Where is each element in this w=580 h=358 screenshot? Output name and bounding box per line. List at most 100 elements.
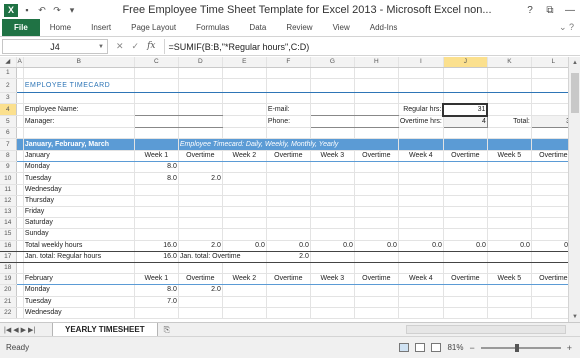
column-header-b[interactable]: B — [23, 57, 135, 68]
horizontal-scrollbar[interactable] — [406, 325, 566, 334]
phone-label: Phone: — [266, 115, 311, 128]
email-field[interactable] — [310, 103, 355, 117]
column-header-g[interactable]: G — [310, 57, 355, 68]
employee-name-field[interactable] — [134, 103, 179, 117]
column-header-c[interactable]: C — [134, 57, 179, 68]
page-layout-view-icon[interactable] — [415, 343, 426, 352]
day-label: Saturday — [23, 217, 135, 230]
tab-review[interactable]: Review — [276, 19, 322, 36]
next-sheet-icon[interactable]: ▶ — [21, 326, 26, 334]
restore-button[interactable]: ⧉ — [540, 2, 560, 18]
row-18: 18 — [0, 262, 576, 275]
tab-page-layout[interactable]: Page Layout — [121, 19, 186, 36]
column-header-j[interactable]: J — [443, 57, 488, 68]
enter-icon[interactable]: ✓ — [132, 41, 140, 52]
minimize-button[interactable]: — — [560, 2, 580, 18]
name-box[interactable]: J4 ▼ — [2, 39, 108, 54]
help-button[interactable]: ? — [520, 2, 540, 18]
column-header-i[interactable]: I — [398, 57, 444, 68]
column-header-f[interactable]: F — [266, 57, 311, 68]
column-header-a[interactable]: A — [16, 57, 24, 68]
ribbon-tabs: File Home Insert Page Layout Formulas Da… — [0, 19, 580, 37]
row-header[interactable]: 3 — [0, 92, 17, 105]
formula-input[interactable]: =SUMIF(B:B,"*Regular hours",C:D) — [163, 39, 580, 54]
row-header[interactable]: 17 — [0, 251, 17, 263]
overtime-hrs-value[interactable]: 4 — [442, 115, 488, 128]
tab-home[interactable]: Home — [40, 19, 81, 36]
row-header[interactable]: 2 — [0, 78, 17, 94]
row-header[interactable]: 14 — [0, 217, 17, 230]
row-header[interactable]: 7 — [0, 138, 17, 152]
total-cell: 2.0 — [178, 239, 223, 252]
last-sheet-icon[interactable]: ▶| — [28, 326, 35, 334]
zoom-level[interactable]: 81% — [447, 343, 463, 352]
select-all-corner[interactable]: ◢ — [0, 57, 17, 68]
hours-cell[interactable]: 7.0 — [134, 296, 179, 308]
table-row: 21 Tuesday 7.0 — [0, 296, 576, 308]
tab-file[interactable]: File — [2, 19, 40, 36]
cancel-icon[interactable]: ✕ — [116, 41, 124, 52]
row-header[interactable]: 6 — [0, 127, 17, 140]
column-header-d[interactable]: D — [178, 57, 223, 68]
row-header[interactable]: 4 — [0, 103, 17, 117]
phone-field[interactable] — [310, 115, 355, 128]
row-header[interactable]: 13 — [0, 206, 17, 219]
undo-icon[interactable]: ↶ — [36, 4, 48, 16]
row-header[interactable]: 1 — [0, 67, 17, 80]
page-break-view-icon[interactable] — [431, 343, 442, 352]
hours-cell[interactable]: 2.0 — [178, 172, 223, 185]
row-header[interactable]: 16 — [0, 239, 17, 252]
zoom-knob[interactable] — [514, 343, 519, 352]
normal-view-icon[interactable] — [399, 343, 410, 352]
zoom-in-button[interactable]: + — [567, 343, 572, 353]
tab-insert[interactable]: Insert — [81, 19, 121, 36]
hours-cell[interactable]: 2.0 — [178, 284, 223, 297]
worksheet-grid[interactable]: ◢ A B C D E F G H I J K L 1 2 EMPLOYEE T… — [0, 57, 580, 322]
row-header[interactable]: 18 — [0, 262, 17, 275]
hours-cell[interactable]: 8.0 — [134, 161, 179, 174]
excel-logo-icon[interactable]: X — [4, 3, 18, 17]
row-header[interactable]: 5 — [0, 115, 17, 128]
redo-icon[interactable]: ↷ — [51, 4, 63, 16]
insert-function-icon[interactable]: fx — [147, 41, 155, 52]
tab-data[interactable]: Data — [239, 19, 276, 36]
vertical-scrollbar[interactable]: ▲ ▼ — [568, 57, 580, 322]
ribbon-expand-icon[interactable]: ⌄ ? — [559, 19, 574, 36]
column-header-h[interactable]: H — [354, 57, 399, 68]
zoom-out-button[interactable]: − — [469, 343, 474, 353]
row-header[interactable]: 20 — [0, 284, 17, 297]
row-header[interactable]: 9 — [0, 161, 17, 174]
save-icon[interactable]: ▪ — [21, 4, 33, 16]
row-header[interactable]: 8 — [0, 150, 17, 163]
row-header[interactable]: 12 — [0, 195, 17, 208]
row-header[interactable]: 22 — [0, 307, 17, 319]
row-header[interactable]: 11 — [0, 184, 17, 196]
row-header[interactable]: 19 — [0, 273, 17, 286]
scroll-down-icon[interactable]: ▼ — [569, 311, 580, 322]
customize-qat-icon[interactable]: ▾ — [66, 4, 78, 16]
hours-cell[interactable]: 8.0 — [134, 284, 179, 297]
zoom-slider[interactable] — [480, 343, 561, 352]
manager-field[interactable] — [134, 115, 179, 128]
new-sheet-icon[interactable]: ⎘ — [164, 325, 170, 335]
column-header-k[interactable]: K — [487, 57, 532, 68]
column-header-e[interactable]: E — [222, 57, 267, 68]
title-bar: X ▪ ↶ ↷ ▾ Free Employee Time Sheet Templ… — [0, 0, 580, 20]
tab-view[interactable]: View — [323, 19, 360, 36]
scroll-up-icon[interactable]: ▲ — [569, 57, 580, 68]
regular-hrs-value[interactable]: 31 — [442, 102, 489, 117]
chevron-down-icon[interactable]: ▼ — [98, 44, 104, 50]
prev-sheet-icon[interactable]: ◀ — [13, 326, 18, 334]
row-header[interactable]: 10 — [0, 172, 17, 185]
row-header[interactable]: 21 — [0, 296, 17, 308]
quick-access-toolbar: X ▪ ↶ ↷ ▾ — [0, 3, 104, 17]
hours-cell[interactable] — [178, 161, 223, 174]
sheet-tab-yearly[interactable]: YEARLY TIMESHEET — [52, 322, 158, 337]
table-row: 13 Friday — [0, 206, 576, 219]
tab-formulas[interactable]: Formulas — [186, 19, 239, 36]
hours-cell[interactable]: 8.0 — [134, 172, 179, 185]
tab-add-ins[interactable]: Add-Ins — [360, 19, 408, 36]
first-sheet-icon[interactable]: |◀ — [4, 326, 11, 334]
row-header[interactable]: 15 — [0, 228, 17, 241]
scroll-thumb[interactable] — [571, 73, 579, 113]
